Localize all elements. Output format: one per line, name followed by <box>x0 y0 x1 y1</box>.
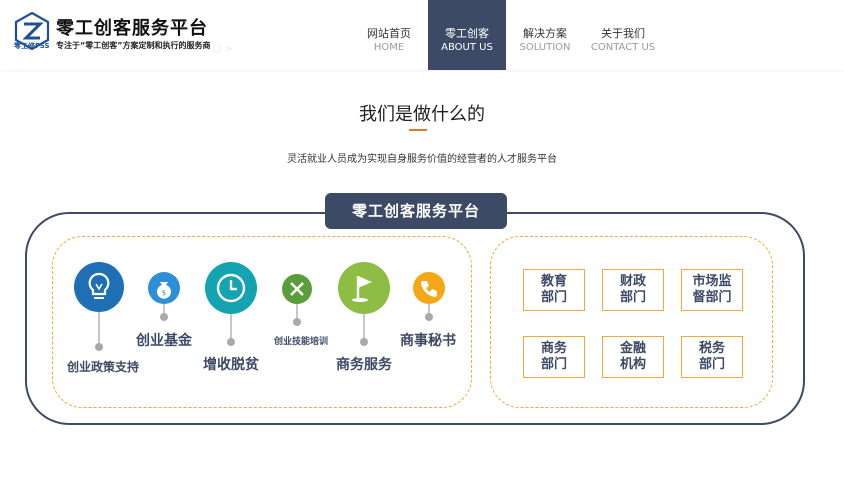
money-bag-icon: $ <box>157 282 171 299</box>
title-underline <box>409 129 427 131</box>
dept-commerce: 商务 部门 <box>523 336 585 378</box>
logo-caption: 零工修FSS <box>14 42 50 50</box>
platform-frame-title: 零工创客服务平台 <box>325 193 507 229</box>
main-nav: 网站首页 HOME 零工创客 ABOUT US 解决方案 SOLUTION 关于… <box>350 0 662 70</box>
departments-panel <box>490 236 773 408</box>
flag-icon <box>352 276 372 302</box>
section-title: 我们是做什么的 <box>359 104 485 125</box>
dept-education: 教育 部门 <box>523 269 585 311</box>
svg-text:$: $ <box>162 289 166 297</box>
section-subtitle: 灵活就业人员成为实现自身服务价值的经营者的人才服务平台 <box>287 154 557 165</box>
dept-market-supervision: 市场监 督部门 <box>681 269 743 311</box>
service-label: 商事秘书 <box>400 333 456 349</box>
phone-icon <box>421 281 437 297</box>
site-header: 零工修FSS 零工创客服务平台 专注于“零工创客”方案定制和执行的服务商 ☐ >… <box>0 0 844 70</box>
nav-item-solution[interactable]: 解决方案 SOLUTION <box>506 0 584 70</box>
service-label: 创业技能培训 <box>274 337 329 347</box>
brand-title[interactable]: 零工创客服务平台 <box>56 14 208 40</box>
lightbulb-icon <box>88 272 110 299</box>
brand-tagline: 专注于“零工创客”方案定制和执行的服务商 <box>56 41 211 50</box>
service-label: 创业政策支持 <box>67 360 140 374</box>
service-label: 增收脱贫 <box>203 357 259 373</box>
nav-item-contact[interactable]: 关于我们 CONTACT US <box>584 0 662 70</box>
tools-icon <box>290 282 304 296</box>
nav-item-about[interactable]: 零工创客 ABOUT US <box>428 0 506 70</box>
nav-item-home[interactable]: 网站首页 HOME <box>350 0 428 70</box>
faded-chevron-icon: ☐ > <box>212 44 233 55</box>
service-label: 商务服务 <box>336 357 392 373</box>
dept-finance: 财政 部门 <box>602 269 664 311</box>
dept-taxation: 税务 部门 <box>681 336 743 378</box>
dept-financial-institution: 金融 机构 <box>602 336 664 378</box>
clock-icon <box>216 273 246 303</box>
service-label: 创业基金 <box>136 333 192 349</box>
